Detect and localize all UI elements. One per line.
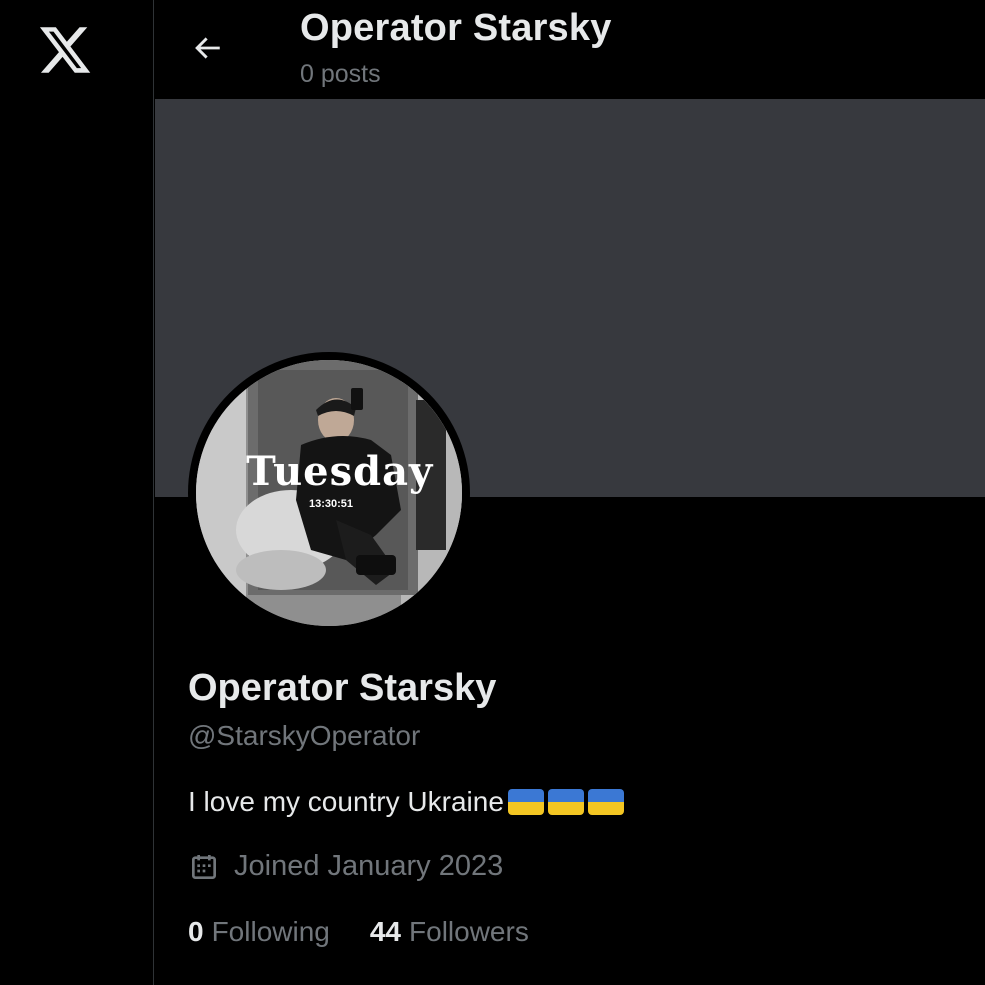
ukraine-flag-icon: [547, 789, 584, 815]
ukraine-flag-icon: [507, 789, 544, 815]
joined-text: Joined January 2023: [234, 850, 504, 882]
profile-display-name: Operator Starsky: [188, 667, 497, 709]
following-label: Following: [211, 916, 330, 947]
avatar-overlay-title: Tuesday: [246, 448, 434, 495]
left-nav-rail: [0, 0, 154, 985]
followers-count: 44: [369, 916, 402, 947]
avatar[interactable]: Tuesday 13:30:51: [196, 360, 462, 626]
avatar-border: Tuesday 13:30:51: [188, 352, 470, 634]
x-logo-icon[interactable]: [36, 22, 94, 78]
profile-bio: I love my country Ukraine: [188, 786, 624, 818]
header-title: Operator Starsky: [300, 7, 612, 49]
profile-joined: Joined January 2023: [188, 850, 503, 883]
profile-stats: 0 Following 44 Followers: [188, 916, 569, 948]
avatar-overlay-time: 13:30:51: [309, 498, 354, 510]
back-button[interactable]: [187, 28, 227, 68]
ukraine-flag-icon: [587, 789, 624, 815]
followers-label: Followers: [409, 916, 529, 947]
header-post-count: 0 posts: [300, 60, 381, 88]
bio-text: I love my country Ukraine: [188, 786, 504, 817]
followers-link[interactable]: 44 Followers: [370, 916, 529, 948]
calendar-icon: [192, 854, 216, 879]
profile-header-bar: Operator Starsky 0 posts: [155, 0, 985, 99]
profile-main: Operator Starsky 0 posts Tuesday 13:30:5…: [155, 0, 985, 985]
profile-handle: @StarskyOperator: [188, 720, 421, 751]
following-link[interactable]: 0 Following: [188, 916, 330, 948]
arrow-left-icon: [195, 37, 220, 59]
following-count: 0: [188, 916, 204, 947]
